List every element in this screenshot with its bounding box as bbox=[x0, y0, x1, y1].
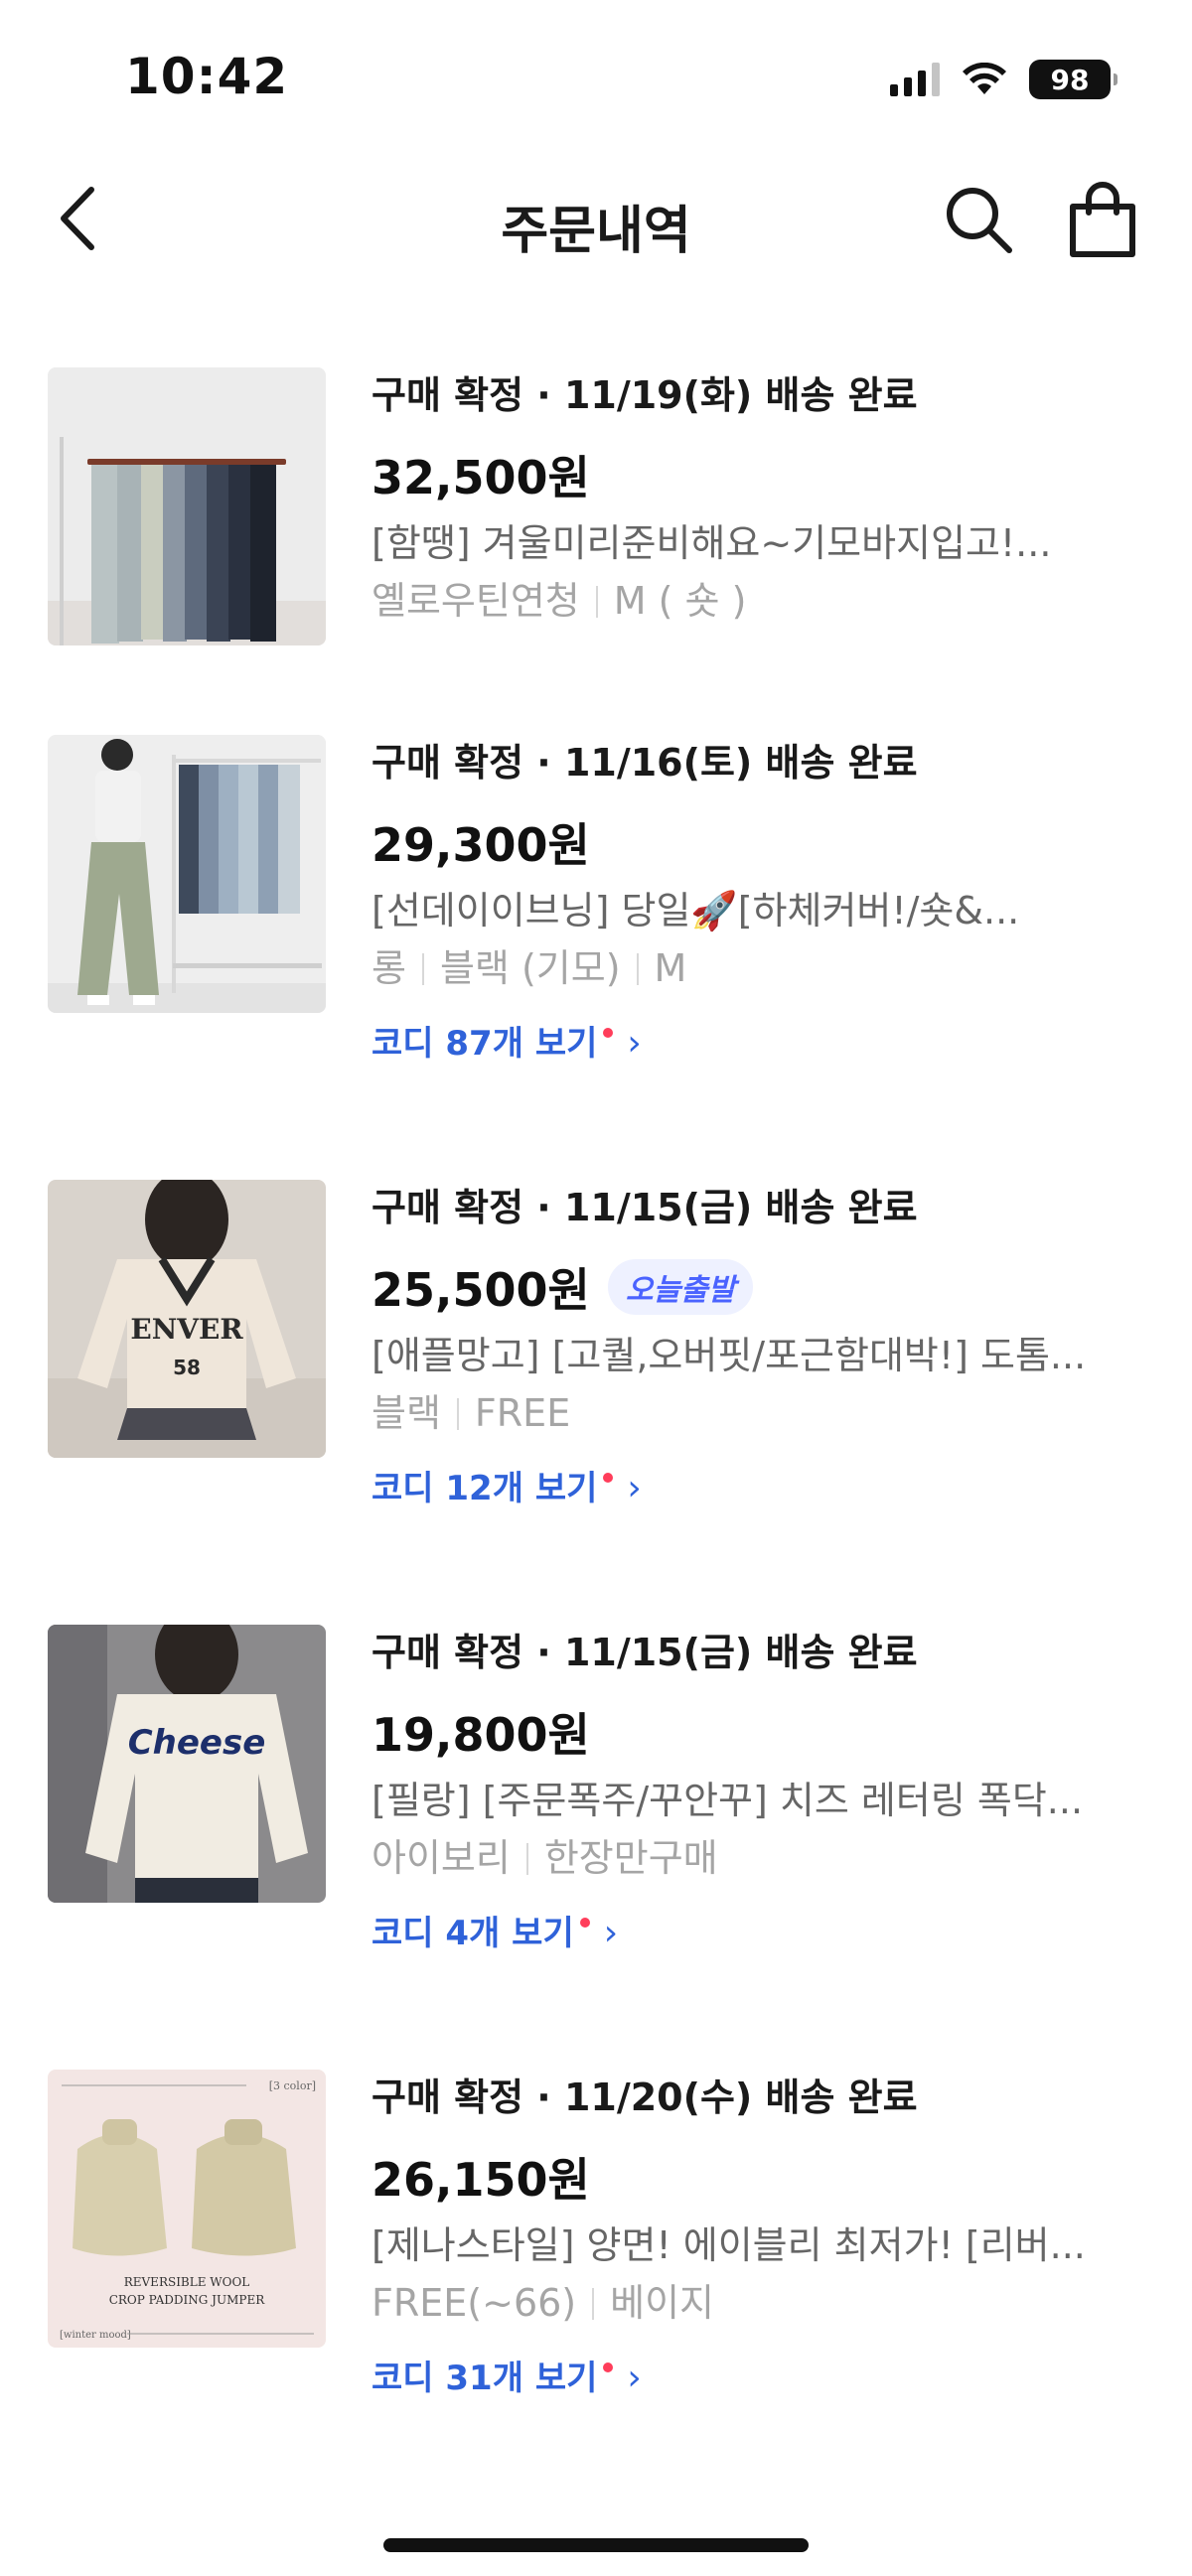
option-value: 베이지 bbox=[610, 2281, 715, 2325]
price-row: 29,300원 bbox=[372, 810, 1146, 874]
product-name[interactable]: [함땡] 겨울미리준비해요~기모바지입고!... bbox=[372, 514, 1146, 572]
codi-link[interactable]: 코디 87개 보기 › bbox=[372, 1019, 642, 1069]
option-divider bbox=[592, 2288, 595, 2320]
product-options: 블랙 FREE bbox=[372, 1384, 1146, 1442]
price-row: 26,150원 bbox=[372, 2145, 1146, 2209]
varsity-sweater-image: ENVER 58 bbox=[48, 1180, 326, 1458]
sweater-print-text: ENVER bbox=[130, 1313, 243, 1346]
product-options: 옐로우틴연청 M ( 숏 ) bbox=[372, 572, 1146, 630]
puffer-title-line2: CROP PADDING JUMPER bbox=[109, 2293, 266, 2307]
search-icon bbox=[947, 188, 1012, 253]
new-dot-badge bbox=[603, 1473, 614, 1483]
same-day-shipping-badge: 오늘출발 bbox=[607, 1259, 754, 1315]
status-icons: 98 bbox=[890, 58, 1118, 101]
order-price: 29,300원 bbox=[372, 818, 590, 872]
option-value: 블랙 (기모) bbox=[439, 946, 621, 990]
product-thumbnail[interactable]: Cheese bbox=[48, 1625, 326, 1903]
product-name[interactable]: [필랑] [주문폭주/꾸안꾸] 치즈 레터링 폭닥... bbox=[372, 1772, 1146, 1829]
sweater-number-text: 58 bbox=[173, 1356, 201, 1379]
codi-link[interactable]: 코디 12개 보기 › bbox=[372, 1464, 642, 1513]
order-info: 구매 확정 · 11/20(수) 배송 완료 26,150원 [제나스타일] 양… bbox=[372, 2070, 1146, 2403]
order-price: 19,800원 bbox=[372, 1708, 590, 1762]
option-divider bbox=[421, 953, 424, 985]
nav-bar: 주문내역 bbox=[0, 159, 1192, 278]
product-thumbnail[interactable] bbox=[48, 367, 326, 645]
puffer-mood-text: [winter mood] bbox=[60, 2330, 131, 2341]
order-info: 구매 확정 · 11/15(금) 배송 완료 19,800원 [필랑] [주문폭… bbox=[372, 1625, 1146, 1958]
order-status: 구매 확정 · 11/19(화) 배송 완료 bbox=[372, 373, 918, 417]
battery-level: 98 bbox=[1050, 63, 1090, 96]
option-value: M bbox=[654, 946, 687, 990]
new-dot-badge bbox=[603, 1028, 614, 1038]
product-options: FREE(~66) 베이지 bbox=[372, 2274, 1146, 2332]
option-value: FREE bbox=[474, 1391, 571, 1435]
order-status: 구매 확정 · 11/15(금) 배송 완료 bbox=[372, 1186, 918, 1229]
chevron-right-icon: › bbox=[627, 1023, 642, 1064]
option-divider bbox=[525, 1843, 528, 1875]
sweater-print-text: Cheese bbox=[128, 1723, 266, 1763]
product-name[interactable]: [애플망고] [고퀄,오버핏/포근함대박!] 도톰... bbox=[372, 1327, 1146, 1384]
search-button[interactable] bbox=[942, 183, 1017, 258]
product-name[interactable]: [선데이이브닝] 당일🚀[하체커버!/숏&... bbox=[372, 882, 1146, 939]
order-info: 구매 확정 · 11/16(토) 배송 완료 29,300원 [선데이이브닝] … bbox=[372, 735, 1146, 1069]
cart-button[interactable] bbox=[1065, 181, 1140, 260]
option-divider bbox=[595, 586, 598, 618]
price-row: 32,500원 bbox=[372, 443, 1146, 506]
puffer-color-text: [3 color] bbox=[269, 2079, 316, 2092]
codi-link-label: 코디 12개 보기 bbox=[372, 1469, 598, 1508]
price-row: 25,500원 오늘출발 bbox=[372, 1255, 1146, 1319]
chevron-right-icon: › bbox=[603, 1913, 619, 1953]
wide-jeans-image bbox=[48, 735, 326, 1013]
cheese-sweater-image: Cheese bbox=[48, 1625, 326, 1903]
codi-link-label: 코디 4개 보기 bbox=[372, 1914, 574, 1953]
option-value: 블랙 bbox=[372, 1391, 441, 1435]
puffer-title-line1: REVERSIBLE WOOL bbox=[124, 2275, 250, 2289]
battery-icon: 98 bbox=[1029, 60, 1118, 99]
product-thumbnail[interactable]: ENVER 58 bbox=[48, 1180, 326, 1458]
status-bar: 10:42 98 bbox=[0, 0, 1192, 149]
wifi-icon bbox=[963, 63, 1006, 94]
option-value: 한장만구매 bbox=[543, 1836, 718, 1880]
option-value: M ( 숏 ) bbox=[613, 579, 747, 623]
cellular-signal-icon bbox=[890, 63, 940, 96]
product-options: 아이보리 한장만구매 bbox=[372, 1829, 1146, 1887]
order-status: 구매 확정 · 11/15(금) 배송 완료 bbox=[372, 1631, 918, 1674]
new-dot-badge bbox=[579, 1918, 590, 1928]
product-options: 롱 블랙 (기모) M bbox=[372, 939, 1146, 997]
order-status: 구매 확정 · 11/20(수) 배송 완료 bbox=[372, 2075, 918, 2119]
option-value: 아이보리 bbox=[372, 1836, 511, 1880]
codi-link[interactable]: 코디 4개 보기 › bbox=[372, 1909, 618, 1958]
order-info: 구매 확정 · 11/19(화) 배송 완료 32,500원 [함땡] 겨울미리… bbox=[372, 367, 1146, 630]
order-status: 구매 확정 · 11/16(토) 배송 완료 bbox=[372, 741, 918, 785]
chevron-right-icon: › bbox=[627, 2358, 642, 2398]
price-row: 19,800원 bbox=[372, 1700, 1146, 1764]
status-time: 10:42 bbox=[125, 48, 289, 105]
order-price: 32,500원 bbox=[372, 451, 590, 504]
chevron-right-icon: › bbox=[627, 1468, 642, 1508]
order-price: 26,150원 bbox=[372, 2153, 590, 2207]
option-value: FREE(~66) bbox=[372, 2281, 577, 2325]
puffer-jacket-image: [3 color] REVERSIBLE WOOL CROP PADDING J… bbox=[48, 2070, 326, 2348]
codi-link-label: 코디 31개 보기 bbox=[372, 2359, 598, 2398]
product-name[interactable]: [제나스타일] 양면! 에이블리 최저가! [리버... bbox=[372, 2217, 1146, 2274]
codi-link-label: 코디 87개 보기 bbox=[372, 1024, 598, 1064]
shopping-bag-icon bbox=[1070, 182, 1135, 257]
product-thumbnail[interactable]: [3 color] REVERSIBLE WOOL CROP PADDING J… bbox=[48, 2070, 326, 2348]
option-value: 롱 bbox=[372, 946, 406, 990]
order-info: 구매 확정 · 11/15(금) 배송 완료 25,500원 오늘출발 [애플망… bbox=[372, 1180, 1146, 1513]
new-dot-badge bbox=[603, 2362, 614, 2372]
jeans-rack-image bbox=[48, 367, 326, 645]
option-divider bbox=[456, 1398, 459, 1430]
option-value: 옐로우틴연청 bbox=[372, 579, 580, 623]
order-price: 25,500원 bbox=[372, 1263, 590, 1317]
product-thumbnail[interactable] bbox=[48, 735, 326, 1013]
codi-link[interactable]: 코디 31개 보기 › bbox=[372, 2354, 642, 2403]
home-indicator[interactable] bbox=[383, 2538, 809, 2552]
option-divider bbox=[636, 953, 639, 985]
